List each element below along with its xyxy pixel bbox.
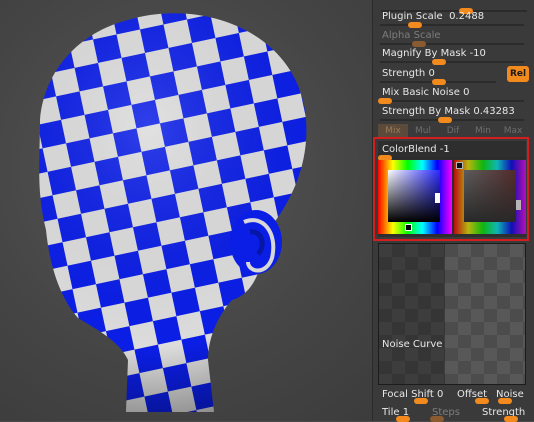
offset-knob[interactable] — [475, 398, 489, 404]
strength-bottom-slider[interactable]: Strength — [478, 406, 530, 422]
plugin-scale-slider[interactable]: Plugin Scale 0.2488 — [378, 8, 526, 28]
main-color-picker[interactable] — [378, 160, 452, 234]
mix-basic-noise-value: 0 — [463, 87, 470, 98]
mode-min[interactable]: Min — [468, 124, 498, 138]
strength-slider[interactable]: Strength 0 — [378, 65, 498, 85]
mode-max[interactable]: Max — [498, 124, 528, 138]
colorblend-value: -1 — [439, 144, 450, 155]
focal-shift-knob[interactable] — [414, 398, 428, 404]
mix-basic-noise-label: Mix Basic Noise — [382, 87, 460, 98]
focal-shift-slider[interactable]: Focal Shift 0 — [378, 388, 446, 404]
strength-value: 0 — [428, 68, 435, 79]
magnify-by-mask-label: Magnify By Mask — [382, 48, 467, 59]
head-model[interactable] — [0, 0, 372, 421]
secondary-color-square[interactable] — [464, 170, 516, 222]
focal-shift-value: 0 — [437, 389, 444, 400]
noise-knob[interactable] — [498, 398, 512, 404]
colorblend-section: ColorBlend -1 — [378, 141, 526, 237]
magnify-by-mask-value: -10 — [469, 48, 486, 59]
magnify-by-mask-slider[interactable]: Magnify By Mask -10 — [378, 45, 526, 65]
strength-bottom-knob[interactable] — [504, 416, 518, 422]
noise-curve-label: Noise Curve — [382, 339, 443, 350]
strength-by-mask-label: Strength By Mask — [382, 106, 471, 117]
viewport-canvas[interactable] — [0, 0, 372, 421]
strength-by-mask-knob[interactable] — [438, 117, 452, 123]
main-color-square[interactable] — [388, 170, 440, 222]
mode-mul[interactable]: Mul — [408, 124, 438, 138]
tile-slider[interactable]: Tile 1 — [378, 406, 428, 422]
strength-by-mask-slider[interactable]: Strength By Mask 0.43283 — [378, 103, 526, 123]
rel-button[interactable]: Rel — [507, 66, 529, 82]
strength-label: Strength — [382, 68, 426, 79]
secondary-color-marker[interactable] — [456, 162, 463, 169]
offset-slider[interactable]: Offset — [455, 388, 491, 404]
colorblend-label: ColorBlend — [382, 144, 437, 155]
alpha-scale-label: Alpha Scale — [382, 30, 441, 41]
blend-mode-row: Mix Mul Dif Min Max — [378, 124, 528, 138]
plugin-scale-label: Plugin Scale — [382, 11, 443, 22]
secondary-hue-marker[interactable] — [516, 200, 521, 210]
noise-curve-editor[interactable]: Noise Curve — [378, 243, 526, 385]
tile-knob[interactable] — [396, 416, 410, 422]
steps-slider: Steps — [428, 406, 468, 422]
main-hue-marker[interactable] — [435, 193, 440, 203]
strength-by-mask-value: 0.43283 — [473, 106, 515, 117]
main-color-marker[interactable] — [405, 224, 412, 231]
mode-mix[interactable]: Mix — [378, 124, 408, 138]
mode-dif[interactable]: Dif — [438, 124, 468, 138]
plugin-scale-value: 0.2488 — [449, 11, 485, 22]
colorblend-slider[interactable]: ColorBlend -1 — [378, 141, 526, 161]
mix-basic-noise-slider[interactable]: Mix Basic Noise 0 — [378, 84, 526, 104]
steps-knob — [430, 416, 444, 422]
alpha-scale-slider: Alpha Scale — [378, 27, 526, 47]
secondary-color-picker[interactable] — [454, 160, 526, 234]
noise-slider[interactable]: Noise — [494, 388, 530, 404]
